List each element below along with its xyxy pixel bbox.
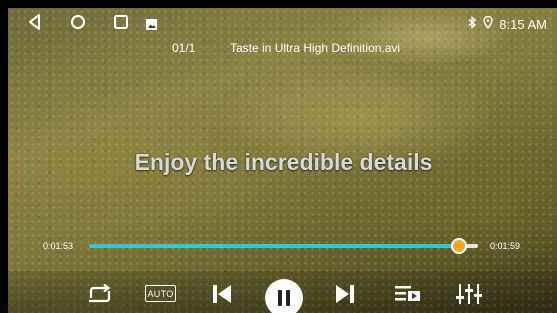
seek-bar-progress <box>89 244 459 248</box>
skip-previous-icon[interactable] <box>210 283 234 305</box>
repeat-icon[interactable] <box>85 283 115 305</box>
file-name: Taste in Ultra High Definition.avi <box>230 41 401 55</box>
video-player-screen: 8:15 AM 01/1 Taste in Ultra High Definit… <box>0 0 557 313</box>
video-caption: Enjoy the incredible details <box>134 149 433 175</box>
total-duration: 0:01:59 <box>490 241 521 251</box>
status-bar: 8:15 AM <box>0 8 557 38</box>
location-icon <box>483 15 493 32</box>
bluetooth-icon <box>468 16 477 32</box>
clock: 8:15 AM <box>499 16 547 32</box>
recents-icon[interactable] <box>113 14 129 35</box>
gallery-notification-icon <box>146 17 157 35</box>
skip-next-icon[interactable] <box>333 283 357 305</box>
playlist-counter: 01/1 <box>172 41 196 55</box>
seek-bar-thumb[interactable] <box>450 238 467 254</box>
equalizer-icon[interactable] <box>455 283 483 305</box>
video-title-bar: 01/1 Taste in Ultra High Definition.avi <box>0 41 557 57</box>
pause-icon <box>278 290 290 306</box>
playlist-icon[interactable] <box>394 283 422 305</box>
home-icon[interactable] <box>70 14 86 35</box>
pause-button[interactable] <box>265 279 303 313</box>
auto-mode-button[interactable]: AUTO <box>145 285 176 302</box>
status-indicators: 8:15 AM <box>468 15 547 32</box>
elapsed-time: 0:01:53 <box>43 241 74 251</box>
back-icon[interactable] <box>27 14 43 35</box>
seek-bar[interactable] <box>89 238 478 254</box>
playback-controls: AUTO <box>0 271 557 313</box>
